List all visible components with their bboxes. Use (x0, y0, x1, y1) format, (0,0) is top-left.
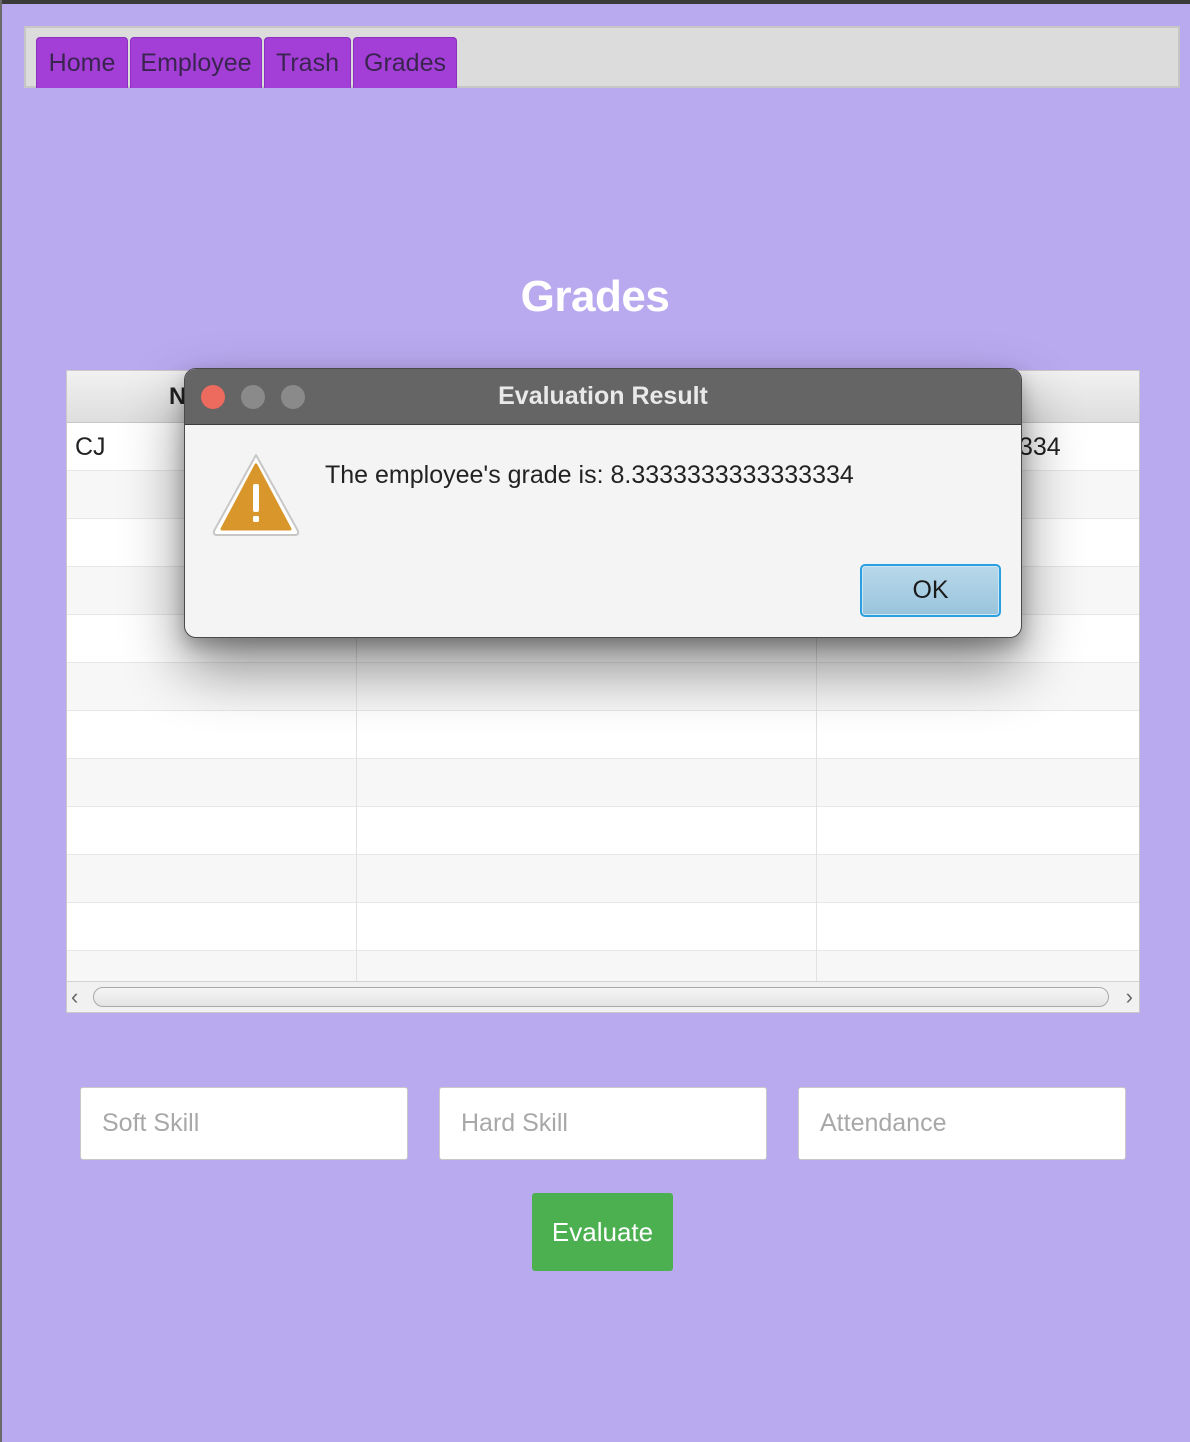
dialog-message: The employee's grade is: 8.3333333333333… (325, 461, 854, 489)
menu-item-home[interactable]: Home (36, 37, 128, 88)
table-row[interactable] (67, 663, 1139, 711)
window-left-border (0, 0, 2, 1442)
scroll-right-icon[interactable]: › (1126, 984, 1133, 1010)
scrollbar-thumb[interactable] (93, 987, 1109, 1007)
evaluate-button[interactable]: Evaluate (532, 1193, 673, 1271)
table-cell-grade: 334 (1019, 433, 1061, 461)
menu-bar: Home Employee Trash Grades (24, 26, 1180, 88)
scroll-left-icon[interactable]: ‹ (71, 984, 78, 1010)
table-row[interactable] (67, 951, 1139, 983)
attendance-input[interactable] (798, 1087, 1126, 1160)
zoom-window-icon (281, 385, 305, 409)
menu-item-employee[interactable]: Employee (130, 37, 262, 88)
window-top-border (0, 0, 1190, 4)
table-row[interactable] (67, 855, 1139, 903)
table-cell-name: CJ (75, 433, 106, 461)
close-window-icon[interactable] (201, 385, 225, 409)
dialog-titlebar[interactable]: Evaluation Result (185, 369, 1021, 425)
table-row[interactable] (67, 711, 1139, 759)
hard-skill-input[interactable] (439, 1087, 767, 1160)
menu-item-trash[interactable]: Trash (264, 37, 351, 88)
page-title: Grades (520, 272, 670, 321)
evaluation-result-dialog: Evaluation Result The employee's grade i… (184, 368, 1022, 638)
minimize-window-icon (241, 385, 265, 409)
menu-item-grades[interactable]: Grades (353, 37, 457, 88)
ok-button[interactable]: OK (860, 564, 1001, 617)
table-row[interactable] (67, 903, 1139, 951)
table-row[interactable] (67, 807, 1139, 855)
dialog-title: Evaluation Result (498, 382, 708, 410)
horizontal-scrollbar[interactable]: ‹ › (67, 981, 1139, 1012)
table-row[interactable] (67, 759, 1139, 807)
warning-icon (212, 454, 300, 536)
soft-skill-input[interactable] (80, 1087, 408, 1160)
